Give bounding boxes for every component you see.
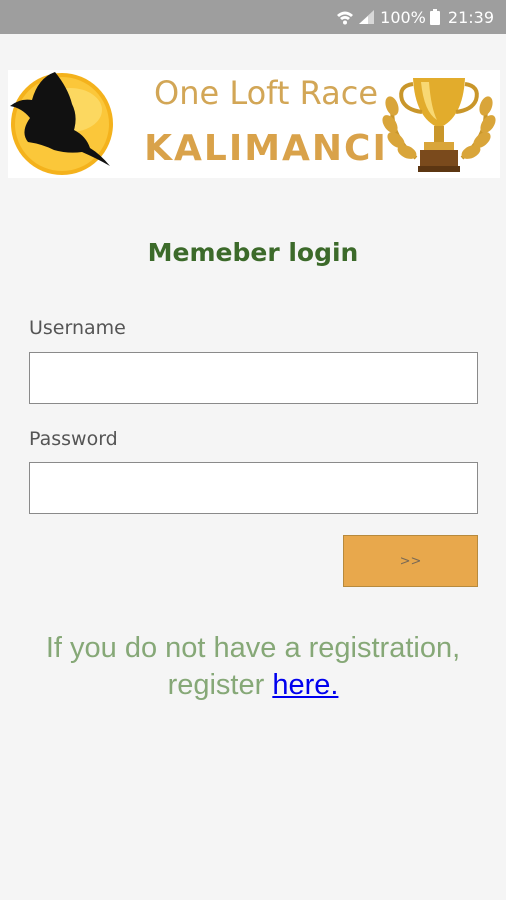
clock: 21:39 (447, 7, 494, 27)
battery-percent: 100% (380, 7, 426, 27)
signal-icon (358, 9, 376, 25)
username-input[interactable] (29, 352, 478, 404)
password-input[interactable] (29, 462, 478, 514)
header-banner: One Loft Race KALIMANCI (8, 70, 500, 178)
username-label: Username (29, 317, 126, 339)
register-prompt-line1: If you do not have a registration, (45, 632, 461, 664)
password-label: Password (29, 428, 118, 450)
wifi-icon (336, 9, 354, 25)
register-prompt: If you do not have a registration, regis… (0, 630, 506, 704)
login-submit-button[interactable]: >> (343, 535, 478, 587)
register-prompt-prefix: register (167, 669, 273, 701)
trophy-icon (382, 78, 496, 172)
pigeon-logo-icon (10, 72, 113, 175)
register-link[interactable]: here. (272, 669, 338, 701)
login-title: Memeber login (147, 238, 359, 267)
status-bar: 100% 21:39 (0, 0, 506, 34)
banner-brand: KALIMANCI (144, 128, 388, 169)
banner-title: One Loft Race (154, 74, 379, 112)
battery-icon (429, 9, 440, 25)
